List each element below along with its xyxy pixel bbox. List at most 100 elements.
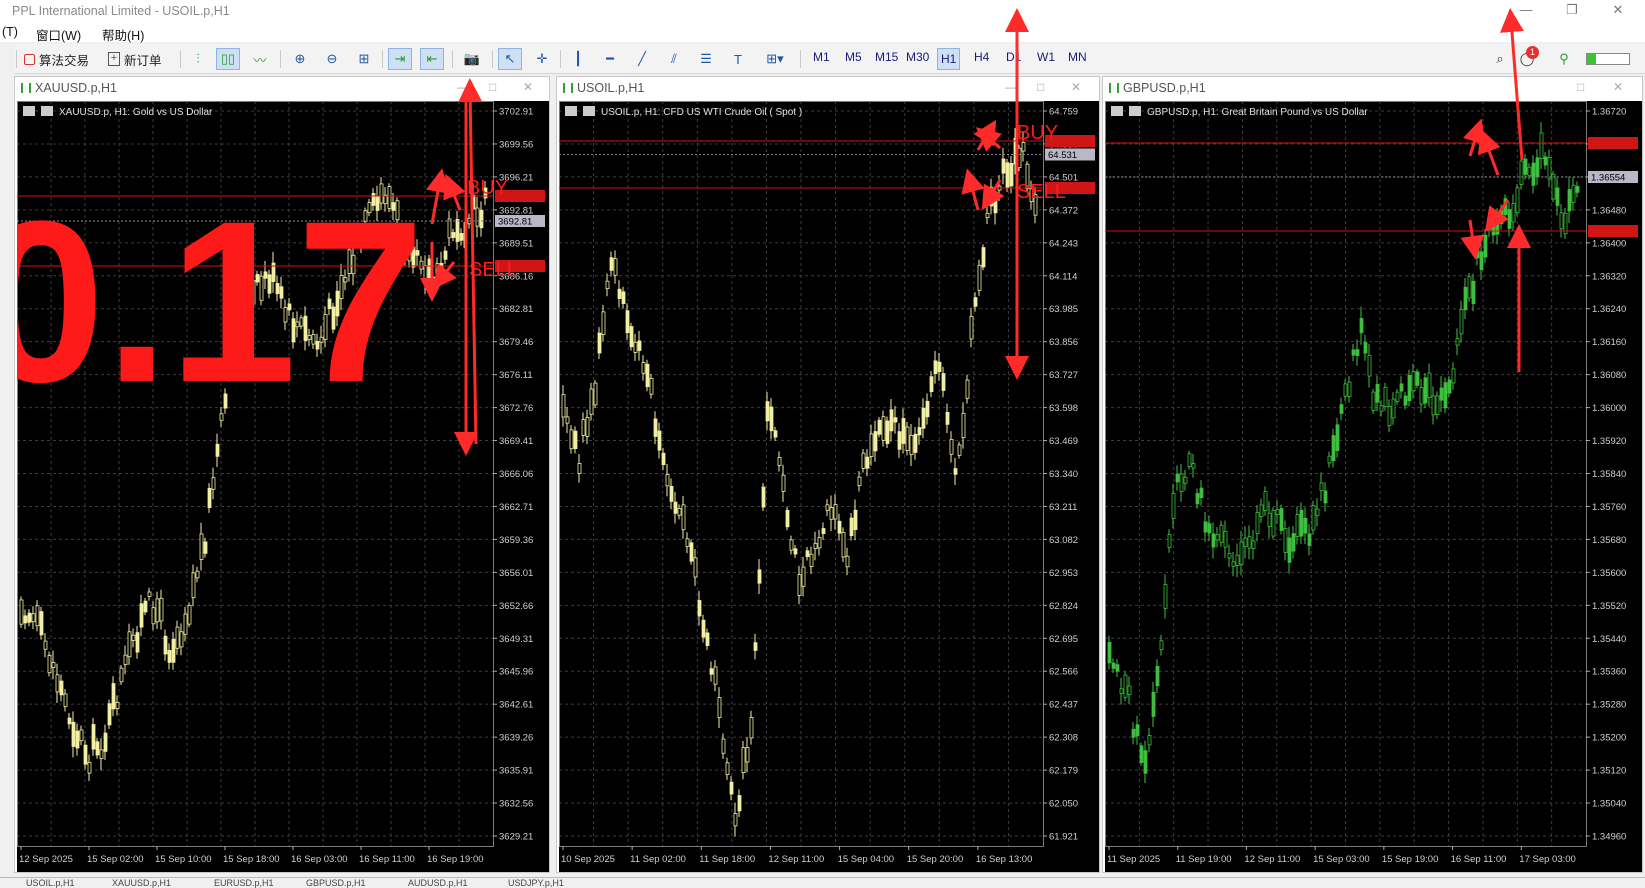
new-order-button[interactable]: + 新订单 [108,48,162,70]
channel-icon[interactable]: ⫽ [662,48,686,70]
toolbar-separator [560,50,561,68]
search-icon[interactable]: ⌕ [1490,48,1510,70]
menu-item-window[interactable]: 窗口(W) [36,25,81,44]
zoom-out-icon[interactable]: ⊖ [320,48,344,70]
line-chart-icon[interactable]: 〰 [248,48,272,70]
candle-body [701,619,706,638]
candle-body [171,638,176,663]
chart-header: GBPUSD.p, H1: Great Britain Pound vs US … [1147,107,1368,118]
connection-status-bar [1584,48,1632,70]
chart-window-xauusd[interactable]: XAUUSD.p,H1 — □ ✕ XAUUSD.p, H1: Gold vs … [14,76,550,873]
autoscroll-icon[interactable]: ⇥ [388,48,412,70]
menu-item-tools[interactable]: (T) [2,25,18,39]
candle-body [1379,405,1384,412]
chart-close-button[interactable]: ✕ [523,80,533,94]
timeframe-m15[interactable]: M15 [875,50,898,64]
bar-chart-icon[interactable]: ⫶ [186,48,210,70]
candle-body [99,749,104,759]
chart-close-button[interactable]: ✕ [1071,80,1081,94]
zoom-in-icon[interactable]: ⊕ [288,48,312,70]
candle-body [1171,493,1176,519]
candle-body [677,508,682,516]
candle-body [729,781,734,795]
chart-maximize-button[interactable]: □ [1037,80,1044,94]
candle-body [625,310,630,334]
candle-body [1239,541,1244,565]
candle-body [1155,666,1160,687]
candle-body [633,341,638,353]
price-label: 3639.26 [499,733,533,744]
tile-windows-icon[interactable]: ⊞ [352,48,376,70]
candle-body [447,218,452,239]
candle-body [1535,157,1540,178]
timeframe-m1[interactable]: M1 [813,50,830,64]
candle-body [597,332,602,354]
price-label: 1.36400 [1592,238,1626,249]
candle-body [207,488,212,509]
candle-body [933,360,938,375]
candle-body [917,427,922,436]
cursor-icon[interactable]: ↖ [498,48,522,70]
candlestick-icon[interactable]: ▯▯ [216,48,240,70]
price-label: 3689.51 [499,238,533,249]
timeframe-h1[interactable]: H1 [937,48,961,70]
chart-maximize-button[interactable]: □ [489,80,496,94]
price-label: 3629.21 [499,832,533,843]
candle-body [27,612,32,623]
price-label: 1.36080 [1592,370,1626,381]
candle-body [641,362,646,374]
menu-item-help[interactable]: 帮助(H) [102,25,144,44]
price-label: 3672.76 [499,403,533,414]
horizontal-line-icon[interactable]: ━ [598,48,622,70]
fibonacci-icon[interactable]: ☰ [694,48,718,70]
algo-trading-button[interactable]: 算法交易 [24,48,89,70]
main-toolbar: ◉ 算法交易 + 新订单 ⫶ ▯▯ 〰 ⊕ ⊖ ⊞ ⇥ ⇤ 📷 ↖ ✛ ┃ ━ … [0,44,1645,74]
close-button[interactable]: ✕ [1604,2,1632,20]
notifications-icon[interactable]: ◯ 1 [1516,46,1539,70]
chart-canvas-gbpusd[interactable]: GBPUSD.p, H1: Great Britain Pound vs US … [1105,101,1642,872]
chart-canvas-usoil[interactable]: USOIL.p, H1: CFD US WTI Crude Oil ( Spot… [559,101,1099,872]
candle-body [1291,533,1296,552]
chart-maximize-button[interactable]: □ [1577,80,1584,94]
chart-window-titlebar: XAUUSD.p,H1 — □ ✕ [15,77,549,99]
candle-body [1111,662,1116,669]
trendline-icon[interactable]: ╱ [630,48,654,70]
timeframe-m30[interactable]: M30 [906,50,929,64]
candle-body [841,531,846,558]
candle-body [745,747,750,763]
candle-body [435,263,440,277]
chart-tabs-bar: USOIL.p,H1 XAUUSD.p,H1 EURUSD.p,H1 GBPUS… [0,877,1645,888]
chart-minimize-button[interactable]: — [1005,80,1017,94]
vertical-line-icon[interactable]: ┃ [566,48,590,70]
candle-body [1343,383,1348,397]
candle-body [1179,473,1184,492]
minimize-button[interactable]: — [1512,2,1540,20]
chart-close-button[interactable]: ✕ [1613,80,1623,94]
timeframe-m5[interactable]: M5 [845,50,862,64]
timeframe-mn[interactable]: MN [1068,50,1087,64]
price-label: 1.35200 [1592,733,1626,744]
chart-shift-icon[interactable]: ⇤ [420,48,444,70]
chart-canvas-xauusd[interactable]: XAUUSD.p, H1: Gold vs US Dollar 3702.91 36… [17,101,549,872]
timeframe-d1[interactable]: D1 [1006,50,1021,64]
timeframe-w1[interactable]: W1 [1037,50,1055,64]
candle-body [1523,158,1528,175]
restore-button[interactable]: ❐ [1558,2,1586,20]
price-label: 64.759 [1049,107,1078,118]
chart-window-gbpusd[interactable]: GBPUSD.p,H1 □ ✕ GBPUSD.p, H1: Great Brit… [1102,76,1643,873]
candle-body [609,257,614,271]
text-tool-icon[interactable]: T [726,48,750,70]
candle-body [853,509,858,531]
candle-body [179,631,184,648]
shapes-dropdown-icon[interactable]: ⊞▾ [758,48,792,70]
candle-body [1187,453,1192,467]
chart-minimize-button[interactable]: — [457,80,469,94]
screenshot-icon[interactable]: 📷 [460,48,484,70]
chart-window-usoil[interactable]: USOIL.p,H1 — □ ✕ USOIL.p, H1: CFD US WTI… [556,76,1100,873]
indicator-icon [41,106,53,116]
price-label: 3676.11 [499,370,533,381]
timeframe-h4[interactable]: H4 [974,50,989,64]
crosshair-icon[interactable]: ✛ [530,48,554,70]
candle-body [669,485,674,502]
signals-icon[interactable]: ⚲ [1556,48,1572,70]
